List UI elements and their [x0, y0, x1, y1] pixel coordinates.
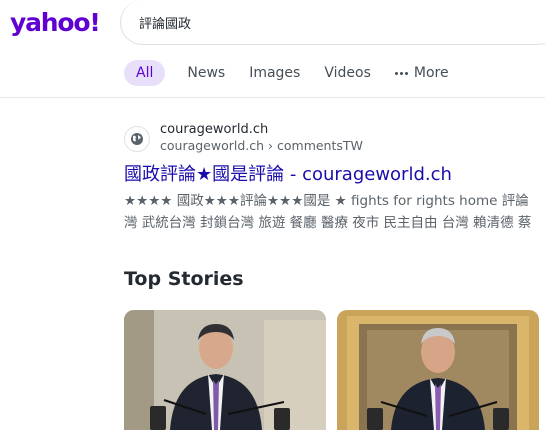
search-box[interactable] [120, 0, 545, 45]
news-photo-speaker-gold-frame [337, 310, 539, 430]
globe-icon [124, 126, 150, 152]
search-input[interactable] [139, 14, 519, 30]
tab-more[interactable]: More [383, 60, 461, 86]
tab-news[interactable]: News [175, 60, 237, 86]
top-stories-heading: Top Stories [124, 268, 244, 290]
search-tabs: All News Images Videos More [124, 60, 461, 86]
result-site-name: courageworld.ch [160, 122, 269, 137]
snippet-line-2: 灣 武統台灣 封鎖台灣 旅遊 餐廳 醫療 夜市 民主自由 台灣 賴清德 蔡 [124, 215, 532, 231]
story-card-2[interactable] [337, 310, 539, 430]
news-photo-speaker-podium [124, 310, 326, 430]
result-site-url[interactable]: courageworld.ch › commentsTW [160, 138, 363, 153]
header-divider [0, 97, 545, 98]
tab-more-label: More [413, 65, 449, 81]
snippet-line-1: ★★★★ 國政★★★評論★★★國是 ★ fights for rights ho… [124, 193, 529, 209]
tab-images[interactable]: Images [237, 60, 312, 86]
tab-videos[interactable]: Videos [312, 60, 383, 86]
result-snippet: ★★★★ 國政★★★評論★★★國是 ★ fights for rights ho… [124, 190, 545, 234]
story-card-1[interactable] [124, 310, 326, 430]
yahoo-logo[interactable]: yahoo! [10, 6, 101, 38]
tab-all[interactable]: All [124, 60, 166, 86]
result-title-link[interactable]: 國政評論★國是評論 - courageworld.ch [124, 160, 452, 186]
logo-text: yahoo! [10, 7, 101, 37]
more-dots-icon [394, 71, 408, 75]
